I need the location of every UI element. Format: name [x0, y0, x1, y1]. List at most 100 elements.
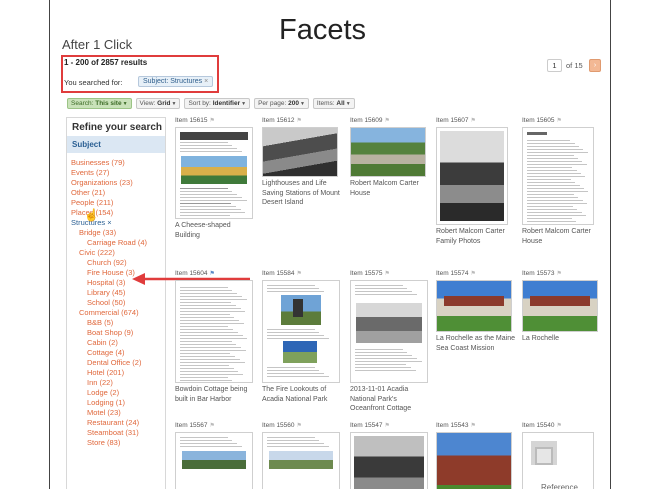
flag-icon[interactable]: ⚑	[385, 118, 390, 124]
facet-link[interactable]: Businesses (79)	[67, 158, 165, 168]
facet-link[interactable]: Cottage (4)	[67, 348, 165, 358]
facet-link[interactable]: Cabin (2)	[67, 338, 165, 348]
item-thumbnail[interactable]	[436, 280, 512, 332]
flag-icon[interactable]: ⚑	[385, 423, 390, 429]
facet-link[interactable]: Church (92)	[67, 258, 165, 268]
flag-icon[interactable]: ⚑	[297, 118, 302, 124]
item-id[interactable]: Item 15607 ⚑	[436, 117, 518, 127]
flag-icon[interactable]: ⚑	[297, 271, 302, 277]
flag-icon[interactable]: ⚑	[557, 423, 562, 429]
item-id[interactable]: Item 15574 ⚑	[436, 270, 518, 280]
item-id[interactable]: Item 15605 ⚑	[522, 117, 604, 127]
facet-link[interactable]: Steamboat (31)	[67, 428, 165, 438]
item-thumbnail[interactable]	[350, 280, 428, 383]
grid-item[interactable]: Item 15604 ⚑ Bowdoin Cottage being built i…	[175, 270, 257, 404]
item-thumbnail[interactable]	[436, 432, 512, 489]
facet-link[interactable]: Lodging (1)	[67, 398, 165, 408]
facet-link[interactable]: People (211)	[67, 198, 165, 208]
item-caption[interactable]: 2013-11-01 Acadia National Park's Oceanf…	[350, 385, 432, 414]
view-dropdown[interactable]: View: Grid▼	[135, 98, 181, 109]
item-id[interactable]: Item 15540 ⚑	[522, 422, 604, 432]
item-thumbnail[interactable]	[350, 127, 426, 177]
grid-item[interactable]: Item 15573 ⚑ La Rochelle	[522, 270, 604, 344]
item-thumbnail[interactable]	[262, 280, 340, 383]
grid-item[interactable]: Item 15574 ⚑ La Rochelle as the Maine Sea …	[436, 270, 518, 353]
per-page-dropdown[interactable]: Per page: 200▼	[254, 98, 309, 109]
grid-item[interactable]: Item 15547 ⚑	[350, 422, 432, 489]
item-thumbnail[interactable]: Reference	[522, 432, 594, 489]
flag-icon[interactable]: ⚑	[557, 118, 562, 124]
item-id[interactable]: Item 15609 ⚑	[350, 117, 432, 127]
facet-link[interactable]: B&B (5)	[67, 318, 165, 328]
subject-facet-header[interactable]: Subject	[67, 136, 165, 153]
item-id[interactable]: Item 15584 ⚑	[262, 270, 344, 280]
grid-item[interactable]: Item 15607 ⚑ Robert Malcom Carter Family P…	[436, 117, 518, 246]
item-id[interactable]: Item 15547 ⚑	[350, 422, 432, 432]
grid-item[interactable]: Item 15567 ⚑	[175, 422, 257, 489]
item-caption[interactable]: Bowdoin Cottage being built in Bar Harbo…	[175, 385, 257, 404]
item-thumbnail[interactable]	[175, 127, 253, 219]
flag-icon[interactable]: ⚑	[557, 271, 562, 277]
facet-link[interactable]: Restaurant (24)	[67, 418, 165, 428]
item-thumbnail[interactable]	[262, 127, 338, 177]
sort-dropdown[interactable]: Sort by: Identifier▼	[184, 98, 251, 109]
item-caption[interactable]: Robert Malcom Carter Family Photos	[436, 227, 518, 246]
facet-link[interactable]: Dental Office (2)	[67, 358, 165, 368]
flag-icon[interactable]: ⚑	[471, 271, 476, 277]
item-thumbnail[interactable]	[522, 127, 594, 225]
facet-link[interactable]: Other (21)	[67, 188, 165, 198]
grid-item[interactable]: Item 15543 ⚑	[436, 422, 518, 489]
next-page-button[interactable]: ›	[589, 59, 601, 72]
facet-link[interactable]: Places (154)	[67, 208, 165, 218]
item-id[interactable]: Item 15567 ⚑	[175, 422, 257, 432]
item-thumbnail[interactable]	[175, 280, 253, 383]
facet-link[interactable]: Carriage Road (4)	[67, 238, 165, 248]
item-caption[interactable]: The Fire Lookouts of Acadia National Par…	[262, 385, 344, 404]
item-id[interactable]: Item 15615 ⚑	[175, 117, 257, 127]
facet-link[interactable]: Hotel (201)	[67, 368, 165, 378]
item-thumbnail[interactable]	[175, 432, 253, 489]
facet-link[interactable]: Events (27)	[67, 168, 165, 178]
grid-item[interactable]: Item 15615 ⚑ A Cheese-shaped Building	[175, 117, 257, 240]
chip-close-icon[interactable]: ×	[204, 78, 208, 85]
facet-link[interactable]: Library (45)	[67, 288, 165, 298]
page-number-input[interactable]: 1	[547, 59, 562, 72]
item-id[interactable]: Item 15604 ⚑	[175, 270, 257, 280]
item-thumbnail[interactable]	[262, 432, 340, 489]
facet-link[interactable]: Store (83)	[67, 438, 165, 448]
facet-link[interactable]: School (50)	[67, 298, 165, 308]
facet-link[interactable]: Civic (222)	[67, 248, 165, 258]
facet-link[interactable]: Structures ×	[67, 218, 165, 228]
items-dropdown[interactable]: Items: All▼	[312, 98, 355, 109]
flag-icon[interactable]: ⚑	[471, 423, 476, 429]
item-id[interactable]: Item 15612 ⚑	[262, 117, 344, 127]
facet-link[interactable]: Commercial (674)	[67, 308, 165, 318]
item-caption[interactable]: La Rochelle	[522, 334, 604, 344]
search-scope-dropdown[interactable]: Search: This site▼	[67, 98, 132, 109]
grid-item[interactable]: Item 15605 ⚑ Robert Malcom Carter House	[522, 117, 604, 246]
item-caption[interactable]: Lighthouses and Life Saving Stations of …	[262, 179, 344, 208]
grid-item[interactable]: Item 15584 ⚑ The Fire Lookouts of Acadia N…	[262, 270, 344, 404]
flag-icon[interactable]: ⚑	[471, 118, 476, 124]
grid-item[interactable]: Item 15612 ⚑ Lighthouses and Life Saving S…	[262, 117, 344, 208]
grid-item[interactable]: Item 15540 ⚑ Reference	[522, 422, 604, 489]
facet-link[interactable]: Lodge (2)	[67, 388, 165, 398]
subject-filter-chip[interactable]: Subject: Structures ×	[138, 76, 214, 87]
flag-icon[interactable]: ⚑	[210, 271, 215, 277]
flag-icon[interactable]: ⚑	[210, 118, 215, 124]
flag-icon[interactable]: ⚑	[210, 423, 215, 429]
item-caption[interactable]: Robert Malcom Carter House	[522, 227, 604, 246]
item-thumbnail[interactable]	[350, 432, 428, 489]
grid-item[interactable]: Item 15575 ⚑ 2013-11-01 Acadia National Pa…	[350, 270, 432, 414]
facet-link[interactable]: Organizations (23)	[67, 178, 165, 188]
item-id[interactable]: Item 15560 ⚑	[262, 422, 344, 432]
facet-link[interactable]: Bridge (33)	[67, 228, 165, 238]
item-id[interactable]: Item 15573 ⚑	[522, 270, 604, 280]
item-id[interactable]: Item 15543 ⚑	[436, 422, 518, 432]
facet-link[interactable]: Boat Shop (9)	[67, 328, 165, 338]
facet-link[interactable]: Motel (23)	[67, 408, 165, 418]
flag-icon[interactable]: ⚑	[385, 271, 390, 277]
item-caption[interactable]: La Rochelle as the Maine Sea Coast Missi…	[436, 334, 518, 353]
facet-link[interactable]: Inn (22)	[67, 378, 165, 388]
item-thumbnail[interactable]	[436, 127, 508, 225]
